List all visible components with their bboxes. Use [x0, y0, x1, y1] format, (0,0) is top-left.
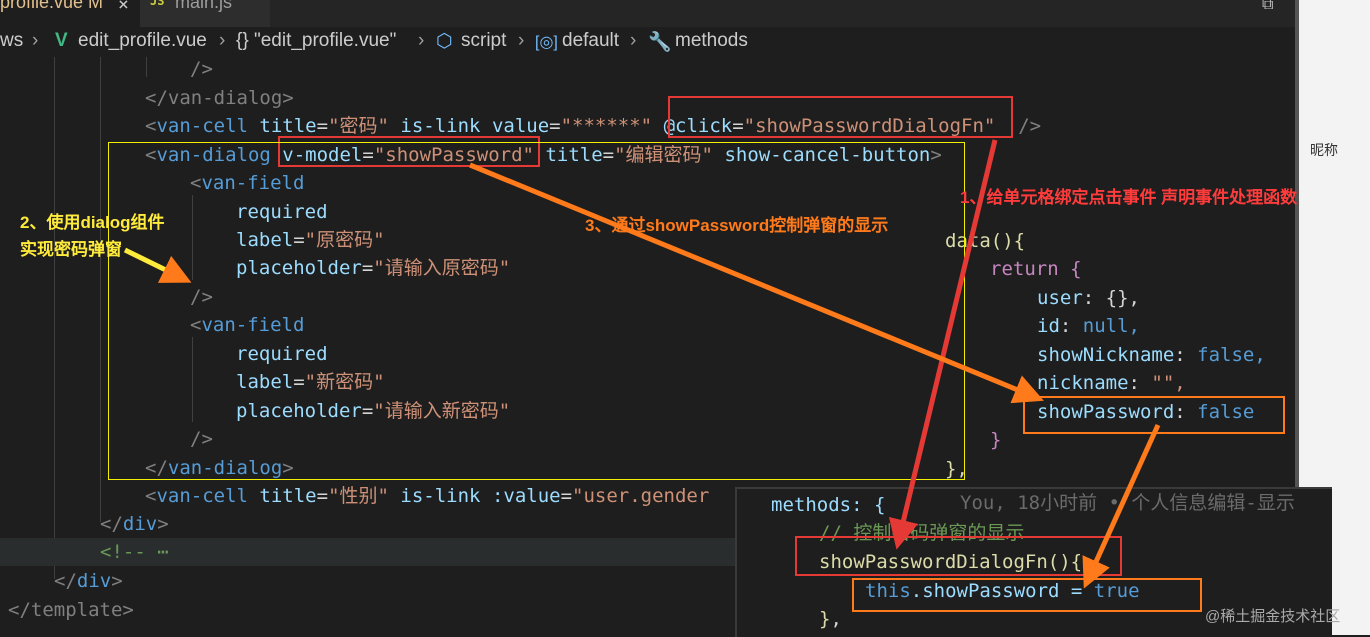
arrow-yellow — [123, 247, 192, 283]
annotation-1: 1、给单元格绑定点击事件 声明事件处理函数 — [960, 188, 1298, 207]
arrow-orange — [1082, 423, 1161, 589]
annotation-3: 3、通过showPassword控制弹窗的显示 — [585, 216, 889, 235]
arrow-orange — [469, 162, 1044, 404]
annotation-2-line1: 2、使用dialog组件 — [20, 213, 165, 232]
annotation-arrows — [123, 139, 1161, 589]
annotation-2-line2: 实现密码弹窗 — [20, 240, 122, 259]
watermark: @稀土掘金技术社区 — [1205, 608, 1341, 625]
